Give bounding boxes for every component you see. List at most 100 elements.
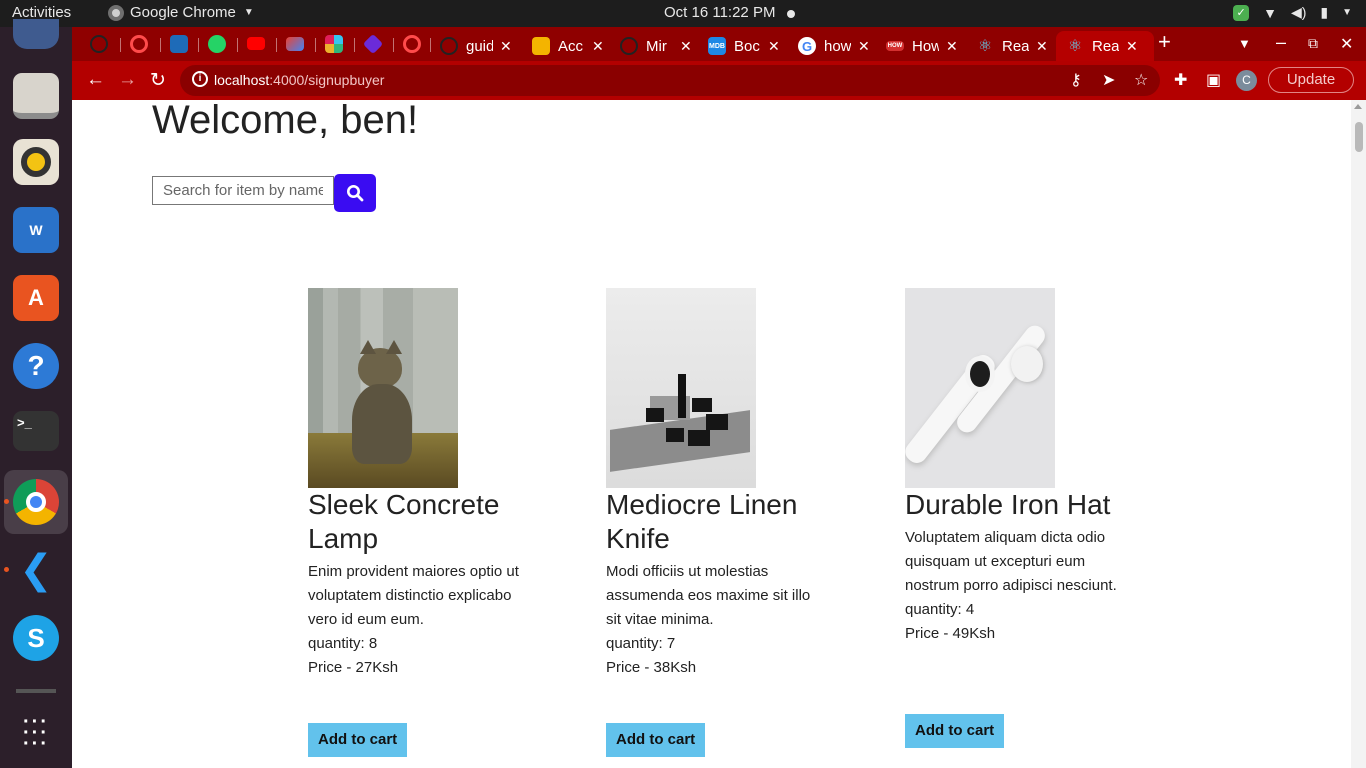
product-quantity: quantity: 8 xyxy=(308,635,378,652)
tab-mir[interactable]: Mir ✕ xyxy=(620,31,692,61)
clock[interactable]: Oct 16 11:22 PM xyxy=(664,4,775,21)
app-center-icon[interactable]: A xyxy=(13,275,59,321)
opera-pinned-tab-icon[interactable] xyxy=(130,35,148,53)
search-button[interactable] xyxy=(334,174,376,212)
add-to-cart-button[interactable]: Add to cart xyxy=(308,723,408,757)
caret-down-icon: ▼ xyxy=(243,7,254,18)
product-name: Sleek Concrete Lamp xyxy=(308,489,500,554)
slack-pinned-tab-icon[interactable] xyxy=(325,35,343,53)
window-close-icon[interactable]: ✕ xyxy=(1340,34,1353,54)
update-shield-icon[interactable]: ✓ xyxy=(1233,4,1250,21)
app-menu[interactable]: Google Chrome ▼ xyxy=(108,4,254,21)
key-icon[interactable]: ⚷ xyxy=(1070,70,1082,90)
json-pinned-tab-icon[interactable] xyxy=(170,35,188,53)
minimize-icon[interactable]: – xyxy=(1276,32,1286,53)
tutorial-site-icon: HOW xyxy=(886,41,904,51)
kebab-menu-icon[interactable]: ⋮ xyxy=(1358,68,1366,89)
close-icon[interactable]: ✕ xyxy=(1126,38,1138,55)
chrome-icon[interactable] xyxy=(13,479,59,525)
close-icon[interactable]: ✕ xyxy=(500,38,512,55)
youtube-pinned-tab-icon[interactable] xyxy=(247,37,265,50)
close-icon[interactable]: ✕ xyxy=(858,38,870,55)
close-icon[interactable]: ✕ xyxy=(680,38,692,55)
close-icon[interactable]: ✕ xyxy=(946,38,958,55)
address-bar[interactable]: i localhost:4000/signupbuyer ⚷ ➤ ☆ xyxy=(180,65,1160,96)
url-text[interactable]: localhost:4000/signupbuyer xyxy=(214,72,384,88)
new-tab-plus-icon[interactable]: + xyxy=(1158,29,1171,55)
power-menu-caret-icon[interactable]: ▼ xyxy=(1342,7,1352,18)
tab-title: How xyxy=(912,37,939,55)
tab-guide[interactable]: guid ✕ xyxy=(440,31,512,61)
github-icon xyxy=(440,37,458,55)
product-price: Price - 27Ksh xyxy=(308,659,399,676)
tab-boc[interactable]: MDB Boc ✕ xyxy=(708,31,780,61)
show-apps-icon[interactable]: ··· ··· ··· xyxy=(13,711,59,757)
dock: W A ? >_ ❮ S ··· ··· ··· xyxy=(0,19,72,768)
libreoffice-writer-icon[interactable]: W xyxy=(13,207,59,253)
vscode-icon[interactable]: ❮ xyxy=(13,547,59,593)
terminal-icon[interactable]: >_ xyxy=(13,411,59,451)
close-icon[interactable]: ✕ xyxy=(768,38,780,55)
dock-divider xyxy=(16,689,56,693)
tab-strip: guid ✕ Acc ✕ Mir ✕ MDB Boc ✕ G how ✕ HOW… xyxy=(72,27,1366,61)
close-icon[interactable]: ✕ xyxy=(592,38,604,55)
product-quantity: quantity: 4 xyxy=(905,601,975,618)
search-icon xyxy=(347,185,364,202)
profile-avatar[interactable]: C xyxy=(1236,70,1257,91)
tab-separator xyxy=(198,38,199,52)
forward-arrow-icon[interactable]: → xyxy=(118,69,137,91)
scroll-up-arrow-icon[interactable] xyxy=(1354,104,1362,109)
chrome-icon xyxy=(108,4,124,21)
scrollbar-thumb[interactable] xyxy=(1355,122,1363,152)
update-button[interactable]: Update xyxy=(1268,67,1354,93)
product-quantity: quantity: 7 xyxy=(606,635,676,652)
back-arrow-icon[interactable]: ← xyxy=(86,69,105,91)
tab-react-1[interactable]: ⚛ Rea ✕ xyxy=(976,31,1048,61)
page-scrollbar[interactable] xyxy=(1351,100,1366,768)
skype-icon[interactable]: S xyxy=(13,615,59,661)
side-panel-icon[interactable]: ▣ xyxy=(1206,70,1221,90)
tab-title: how xyxy=(824,37,851,55)
tab-separator xyxy=(160,38,161,52)
product-image-kitten xyxy=(308,288,458,488)
add-to-cart-button[interactable]: Add to cart xyxy=(905,714,1005,748)
send-icon[interactable]: ➤ xyxy=(1102,70,1115,90)
tab-title: Acc xyxy=(558,37,584,55)
product-card: Mediocre Linen Knife Modi officiis ut mo… xyxy=(606,288,826,757)
volume-icon: ◀) xyxy=(1290,4,1307,20)
tab-acc[interactable]: Acc ✕ xyxy=(532,31,604,61)
tab-search-chevron-icon[interactable]: ▼ xyxy=(1238,36,1251,51)
tab-title: Rea xyxy=(1002,37,1029,55)
tab-title: Rea xyxy=(1092,37,1119,55)
help-icon[interactable]: ? xyxy=(13,343,59,389)
maximize-icon[interactable]: ⧉ xyxy=(1308,35,1318,52)
tab-how[interactable]: HOW How ✕ xyxy=(886,31,958,61)
rhythmbox-icon[interactable] xyxy=(13,139,59,185)
tab-separator xyxy=(237,38,238,52)
bookmark-star-icon[interactable]: ☆ xyxy=(1134,70,1148,90)
github-icon xyxy=(620,37,638,55)
product-image-watch xyxy=(905,288,1055,488)
thunderbird-icon[interactable] xyxy=(13,19,59,49)
whatsapp-pinned-tab-icon[interactable] xyxy=(208,35,226,53)
lifebuoy-pinned-tab-icon[interactable] xyxy=(403,35,421,53)
add-to-cart-button[interactable]: Add to cart xyxy=(606,723,706,757)
google-icon: G xyxy=(798,37,816,55)
tab-separator xyxy=(276,38,277,52)
github-pinned-tab-icon[interactable] xyxy=(90,35,108,53)
tab-separator xyxy=(354,38,355,52)
tab-react-active[interactable]: ⚛ Rea ✕ xyxy=(1056,31,1154,61)
reload-icon[interactable]: ↻ xyxy=(150,69,166,92)
search-input[interactable] xyxy=(152,176,334,205)
product-name: Durable Iron Hat xyxy=(905,489,1111,520)
tab-separator xyxy=(120,38,121,52)
extensions-puzzle-icon[interactable]: ✚ xyxy=(1174,70,1187,90)
tab-how-google[interactable]: G how ✕ xyxy=(798,31,870,61)
product-price: Price - 49Ksh xyxy=(905,625,996,642)
files-icon[interactable] xyxy=(13,73,59,119)
system-tray[interactable]: ✓ ▼ ◀) ▮ ▼ xyxy=(1233,4,1352,21)
close-icon[interactable]: ✕ xyxy=(1036,38,1048,55)
linear-pinned-tab-icon[interactable] xyxy=(362,33,384,55)
site-info-icon[interactable]: i xyxy=(192,71,208,87)
gmail-pinned-tab-icon[interactable] xyxy=(286,37,304,51)
